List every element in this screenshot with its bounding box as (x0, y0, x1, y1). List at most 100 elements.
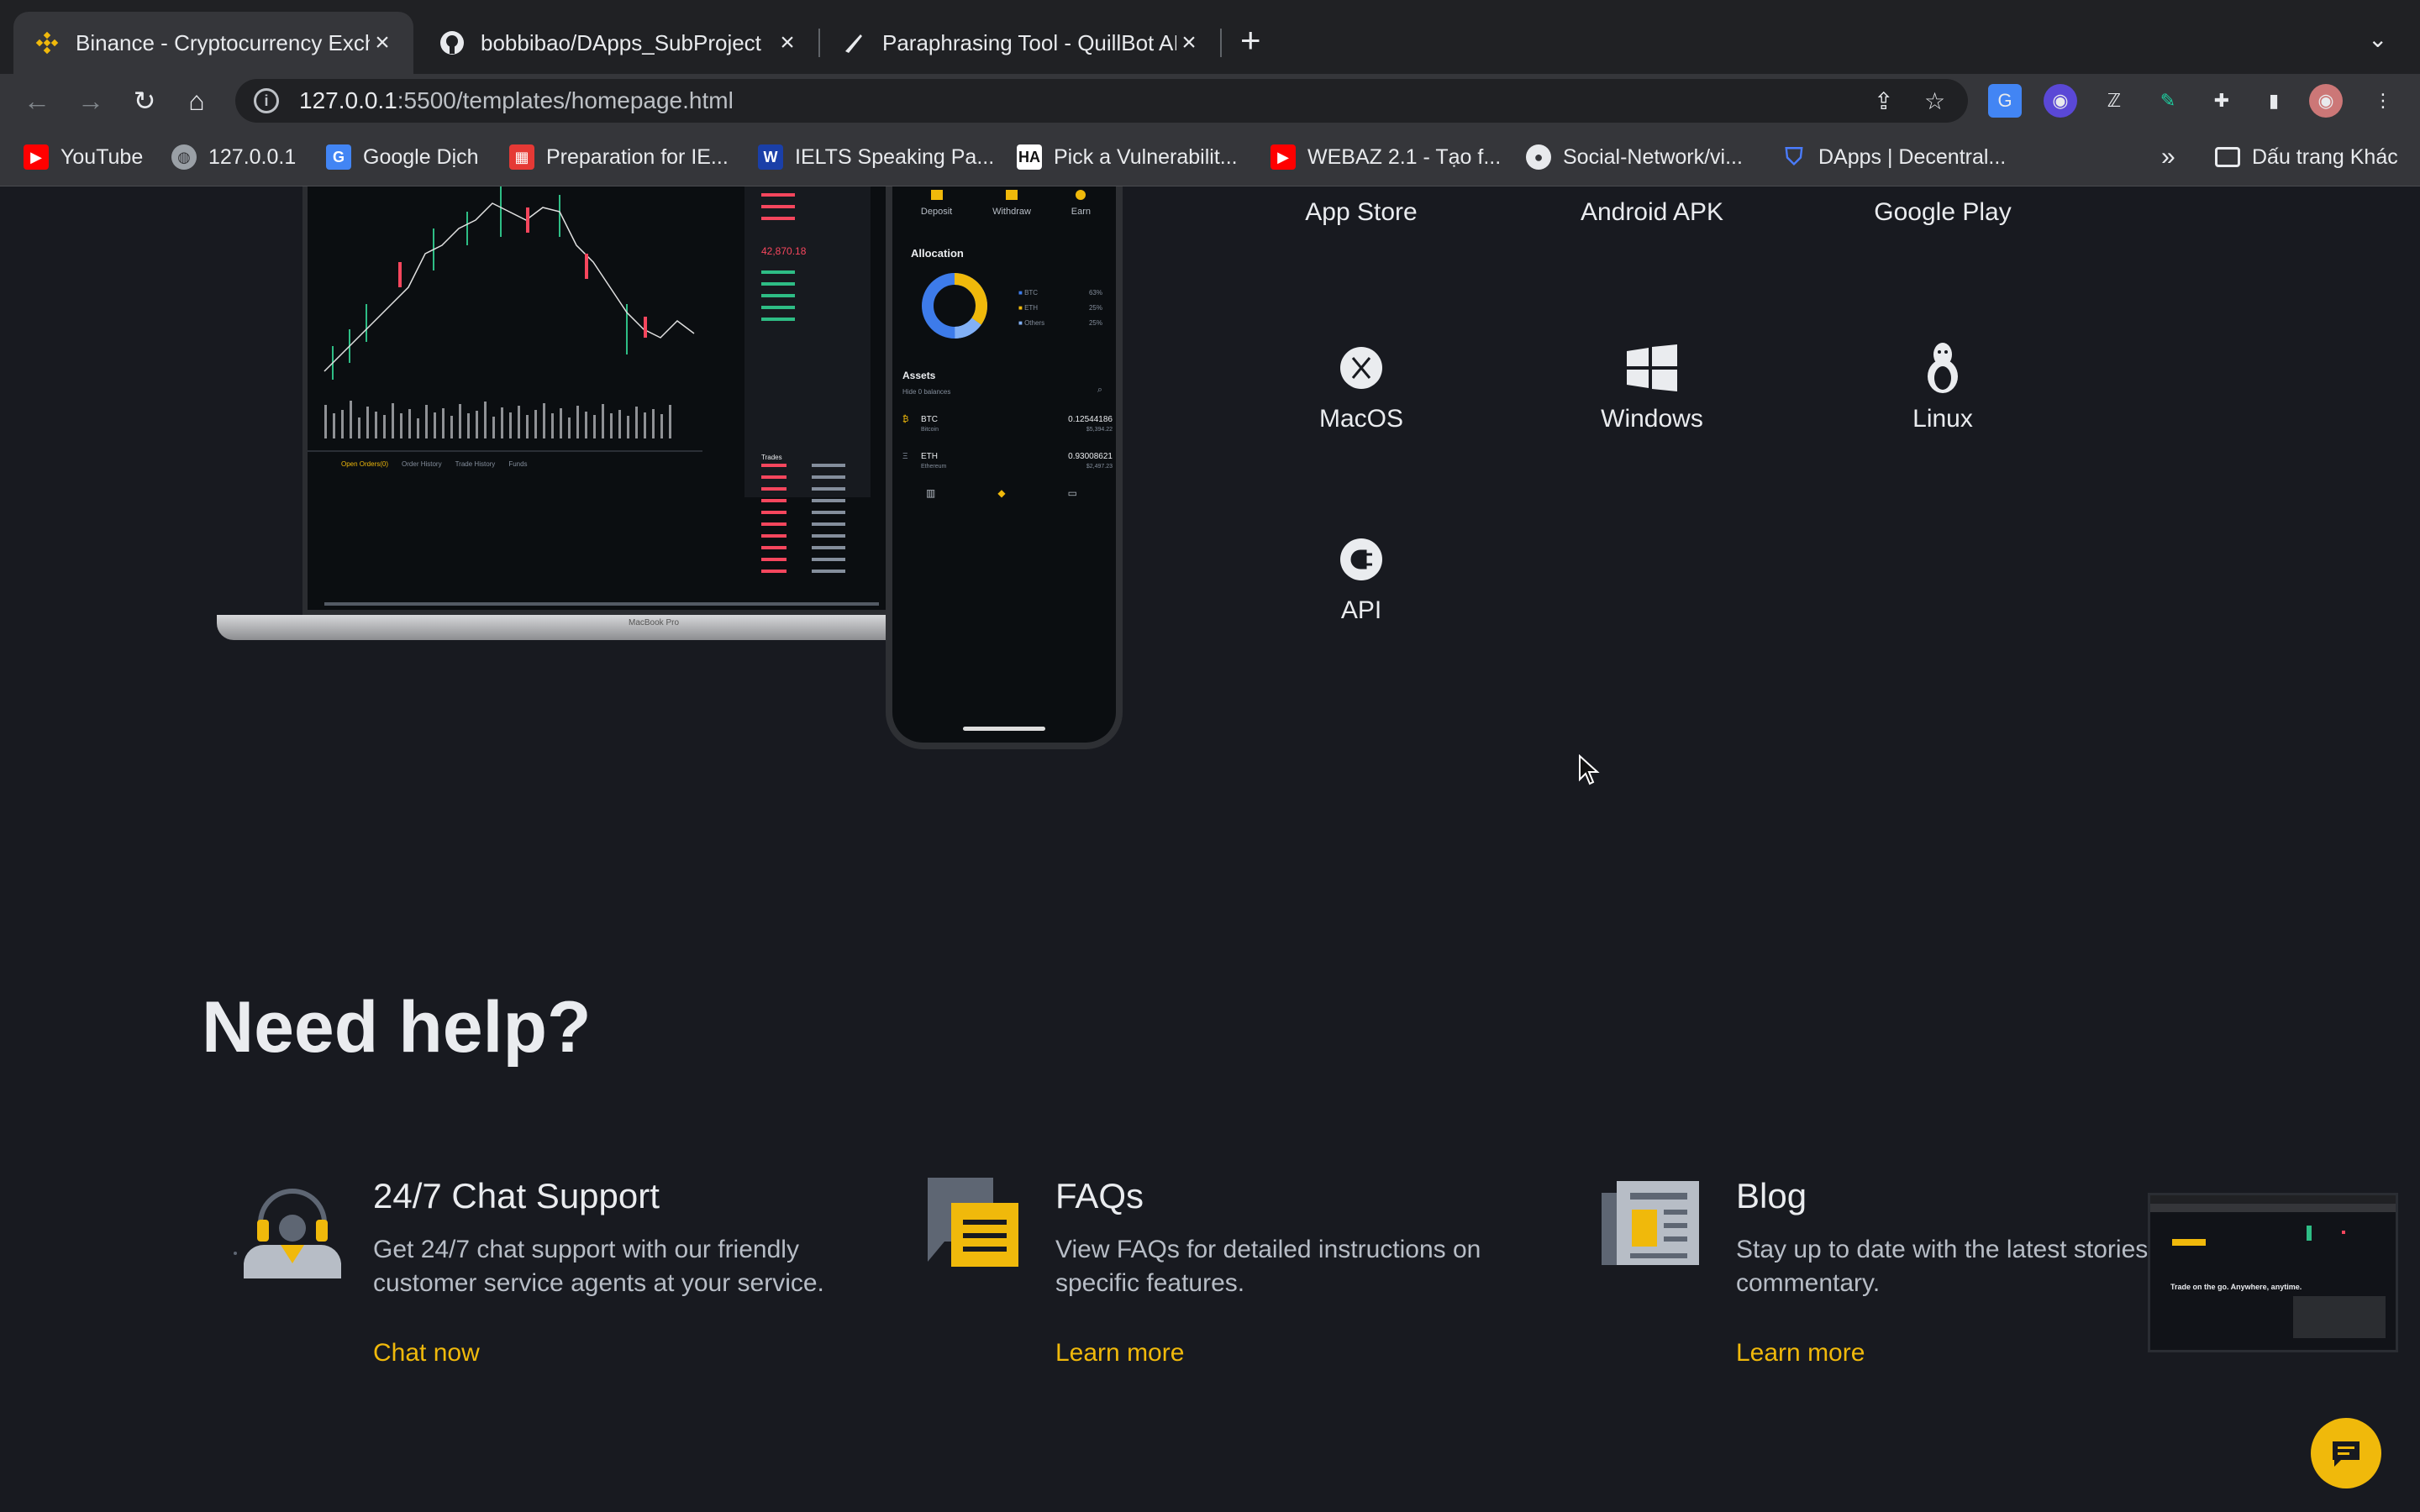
star-bookmark-icon[interactable]: ☆ (1924, 87, 1945, 115)
api-icon (1235, 534, 1487, 585)
laptop-tab-open-orders: Open Orders(0) (341, 460, 389, 468)
bitcoin-icon: ₿ (902, 415, 909, 424)
faqs-learn-more-link[interactable]: Learn more (1055, 1339, 1184, 1368)
headset-support-icon (232, 1169, 341, 1278)
google-translate-extension-icon[interactable]: G (1988, 84, 2022, 118)
asset-row: Ξ ETH Ethereum 0.93008621 $2,497.23 (902, 452, 1113, 470)
new-tab-button[interactable]: + (1240, 22, 1261, 59)
close-tab-icon[interactable]: × (368, 29, 397, 57)
laptop-brand-label: MacBook Pro (629, 618, 680, 627)
google-translate-icon: G (326, 144, 351, 170)
thumbnail-caption: Trade on the go. Anywhere, anytime. (2170, 1283, 2302, 1291)
bookmark-favicon-icon: ▦ (509, 144, 534, 170)
download-label: Windows (1601, 405, 1703, 433)
asset-row: ₿ BTC Bitcoin 0.12544186 $5,394.22 (902, 415, 1113, 433)
site-info-icon[interactable]: i (254, 88, 279, 113)
screenshot-thumbnail[interactable]: Trade on the go. Anywhere, anytime. (2148, 1193, 2398, 1352)
chat-now-link[interactable]: Chat now (373, 1339, 480, 1368)
laptop-screen: 42,870.18 Open Orders(0) Order History T… (302, 186, 908, 615)
bookmarks-bar: ▶ YouTube ◍ 127.0.0.1 G Google Dịch ▦ Prepar… (0, 128, 2420, 186)
quillbot-extension-icon[interactable]: ✎ (2151, 84, 2185, 118)
bookmark-dapps[interactable]: ⛉ DApps | Decentral... (1781, 141, 2006, 173)
download-google-play[interactable]: Google Play (1817, 186, 2069, 227)
laptop-mockup-image: 42,870.18 Open Orders(0) Order History T… (217, 186, 908, 690)
profile-avatar[interactable]: ◉ (2309, 84, 2343, 118)
ethereum-icon: Ξ (902, 452, 908, 461)
reload-icon[interactable]: ↻ (126, 82, 163, 119)
laptop-price-badge: 42,870.18 (761, 245, 807, 257)
download-linux[interactable]: Linux (1817, 343, 2069, 433)
download-label: Google Play (1874, 198, 2012, 226)
allocation-legend: ■ BTC 63% ■ ETH 25% ■ Others 25% (1018, 286, 1102, 331)
laptop-tab-trade-history: Trade History (455, 460, 496, 468)
bookmark-social-network[interactable]: ● Social-Network/vi... (1526, 141, 1743, 173)
bookmark-ielts-speaking[interactable]: W IELTS Speaking Pa... (758, 141, 994, 173)
bookmark-vulnerability[interactable]: HA Pick a Vulnerabilit... (1017, 141, 1238, 173)
tab-separator (1220, 29, 1222, 57)
forward-arrow-icon[interactable]: → (72, 82, 109, 119)
bookmark-google-translate[interactable]: G Google Dịch (326, 141, 479, 173)
download-app-store[interactable]: App Store (1235, 186, 1487, 227)
earn-icon (1076, 190, 1086, 200)
blog-learn-more-link[interactable]: Learn more (1736, 1339, 1865, 1368)
back-arrow-icon[interactable]: ← (18, 82, 55, 119)
download-macos[interactable]: MacOS (1235, 343, 1487, 433)
puzzle-extensions-icon[interactable]: ✚ (2205, 84, 2238, 118)
quillbot-icon (840, 29, 867, 56)
extension-icon[interactable]: ℤ (2097, 84, 2131, 118)
home-icon[interactable]: ⌂ (178, 82, 215, 119)
legend-eth: ■ ETH 25% (1018, 304, 1102, 312)
more-bookmarks-chevron-icon[interactable]: » (2161, 143, 2175, 171)
browser-toolbar: ← → ↻ ⌂ i 127.0.0.1:5500/templates/homep… (0, 74, 2420, 128)
phone-actions: Deposit Withdraw Earn (901, 190, 1111, 217)
phone-bottom-nav: ▥ ◆ ▭ (926, 487, 1077, 499)
earn-action: Earn (1071, 190, 1091, 217)
tab-title: bobbibao/DApps_SubProject (481, 29, 761, 55)
bookmark-ielts-prep[interactable]: ▦ Preparation for IE... (509, 141, 729, 173)
tab-binance[interactable]: Binance - Cryptocurrency Exch × (13, 12, 413, 74)
kebab-menu-icon[interactable]: ⋮ (2366, 84, 2400, 118)
download-api[interactable]: API (1235, 534, 1487, 625)
deposit-action: Deposit (921, 190, 952, 217)
page-content: 42,870.18 Open Orders(0) Order History T… (0, 186, 2420, 1512)
hide-balances-label: Hide 0 balances (902, 388, 951, 396)
share-icon[interactable]: ⇪ (1874, 87, 1893, 115)
side-panel-icon[interactable]: ▮ (2257, 84, 2291, 118)
withdraw-icon (1006, 190, 1018, 200)
assets-title: Assets (902, 370, 936, 381)
allocation-title: Allocation (911, 247, 964, 260)
faq-chat-icon (914, 1169, 1023, 1278)
chart-icon: ▥ (926, 487, 936, 499)
youtube-icon: ▶ (24, 144, 49, 170)
card-description: Get 24/7 chat support with our friendly … (373, 1236, 824, 1297)
folder-icon (2215, 147, 2240, 167)
other-bookmarks-folder[interactable]: Dấu trang Khác (2215, 141, 2398, 173)
bookmark-favicon-icon: W (758, 144, 783, 170)
address-bar[interactable]: i 127.0.0.1:5500/templates/homepage.html… (235, 79, 1968, 123)
newspaper-icon (1595, 1169, 1704, 1278)
deposit-icon (930, 190, 943, 200)
laptop-order-tabs: Open Orders(0) Order History Trade Histo… (341, 460, 528, 468)
windows-icon (1526, 343, 1778, 393)
bookmark-localhost[interactable]: ◍ 127.0.0.1 (171, 141, 296, 173)
card-title: 24/7 Chat Support (373, 1176, 660, 1215)
withdraw-action: Withdraw (992, 190, 1031, 217)
tab-search-chevron-icon[interactable]: ⌄ (2368, 25, 2387, 53)
extension-icon[interactable]: ◉ (2044, 84, 2077, 118)
close-tab-icon[interactable]: × (1175, 29, 1203, 57)
close-tab-icon[interactable]: × (773, 29, 802, 57)
download-windows[interactable]: Windows (1526, 343, 1778, 433)
need-help-heading: Need help? (202, 987, 592, 1068)
bookmark-youtube[interactable]: ▶ YouTube (24, 141, 143, 173)
chat-bubble-icon (2333, 1441, 2360, 1467)
tab-title: Paraphrasing Tool - QuillBot AI (882, 29, 1176, 55)
bookmark-webaz[interactable]: ▶ WEBAZ 2.1 - Tạo f... (1270, 141, 1501, 173)
chat-bubble-button[interactable] (2311, 1418, 2381, 1488)
tab-quillbot[interactable]: Paraphrasing Tool - QuillBot AI × (820, 12, 1220, 74)
wallet-icon: ▭ (1067, 487, 1077, 499)
linux-icon (1817, 343, 2069, 393)
download-android-apk[interactable]: Android APK (1526, 186, 1778, 227)
binance-icon (34, 29, 60, 56)
tab-github[interactable]: bobbibao/DApps_SubProject × (418, 12, 818, 74)
laptop-tab-order-history: Order History (402, 460, 442, 468)
